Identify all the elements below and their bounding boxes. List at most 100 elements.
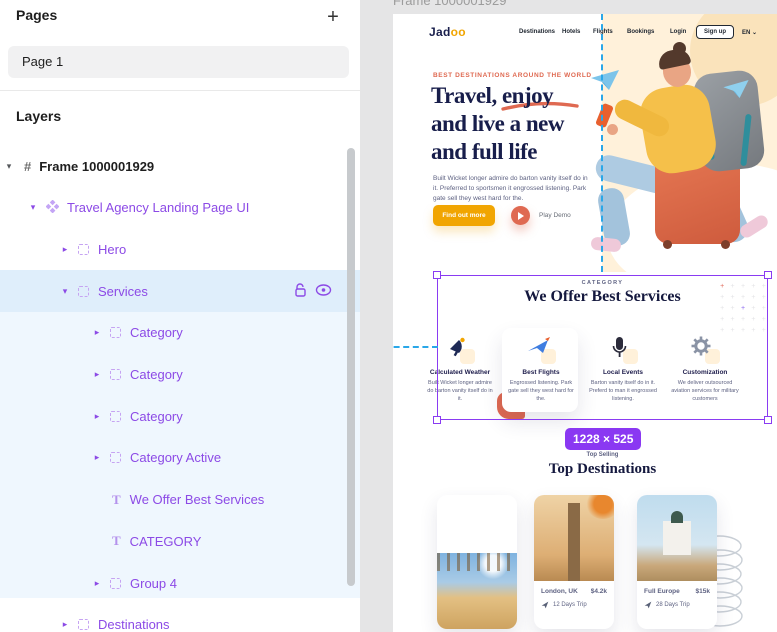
chevron-right-icon[interactable]: ▸ (92, 369, 102, 380)
destination-price: $15k (695, 588, 710, 595)
guide-line-vertical (601, 14, 603, 272)
canvas-viewport[interactable]: Frame 1000001929 Jadoo Destinations Hote… (360, 0, 777, 632)
hero-heading: Travel, enjoy and live a new and full li… (431, 83, 564, 164)
chevron-down-icon[interactable]: ▾ (4, 161, 14, 172)
chevron-down-icon[interactable]: ▾ (60, 286, 70, 297)
layer-row-component[interactable]: ▾ Travel Agency Landing Page UI (0, 187, 360, 229)
selection-handle-top-right[interactable] (764, 271, 772, 279)
add-page-button[interactable]: + (322, 6, 344, 28)
suitcase-wheel (663, 240, 672, 249)
service-title: Customization (682, 369, 728, 376)
selection-handle-bottom-left[interactable] (433, 416, 441, 424)
jadoo-logo[interactable]: Jadoo (429, 25, 466, 39)
traveler-shoe (590, 236, 622, 253)
service-item-flights[interactable]: Best Flights Engrossed listening. Park g… (502, 330, 580, 403)
chevron-right-icon[interactable]: ▸ (92, 452, 102, 463)
service-item-events[interactable]: Local Events Barton vanity itself do in … (584, 330, 662, 403)
service-title: Best Flights (522, 369, 560, 376)
visibility-eye-icon[interactable] (315, 283, 332, 299)
chevron-right-icon[interactable]: ▸ (92, 578, 102, 589)
layer-label: Category (130, 325, 183, 341)
satellite-icon (450, 337, 465, 357)
rome-photo (437, 553, 517, 629)
site-navbar: Jadoo Destinations Hotels Flights Bookin… (393, 14, 777, 50)
layer-label: Hero (98, 241, 127, 257)
layer-label: Group 4 (130, 575, 177, 591)
text-layer-icon: T (112, 533, 121, 549)
layer-label: We Offer Best Services (129, 492, 265, 508)
find-out-more-button[interactable]: Find out more (433, 205, 495, 226)
navigation-arrow-icon (541, 601, 549, 609)
layer-row-text-we-offer[interactable]: T We Offer Best Services (0, 479, 360, 521)
layer-row-hero[interactable]: ▸ Hero (0, 228, 360, 270)
group-icon (110, 327, 121, 339)
destination-card-rome[interactable]: Rome, Italy$5,42k 10 Days Trip (437, 495, 517, 629)
layer-label: Category (130, 367, 183, 382)
destination-card-europe[interactable]: Full Europe $15k 28 Days Trip (637, 495, 717, 629)
service-item-weather[interactable]: Calculated Weather Built Wicket longer a… (421, 330, 499, 403)
design-frame[interactable]: Jadoo Destinations Hotels Flights Bookin… (393, 14, 777, 632)
play-demo-label: Play Demo (539, 212, 571, 219)
component-icon (45, 199, 60, 216)
group-icon (110, 410, 121, 422)
destinations-title: Top Destinations (548, 461, 657, 477)
navigation-arrow-icon (644, 601, 652, 609)
hero-kicker: BEST DESTINATIONS AROUND THE WORLD (433, 72, 592, 79)
chevron-right-icon[interactable]: ▸ (92, 411, 102, 422)
chevron-right-icon[interactable]: ▸ (92, 327, 102, 338)
group-icon (110, 577, 121, 589)
plus-grid-decor: + + + + + + + + + + + + + + + + + + + + + + + + + (720, 283, 766, 334)
plane-icon (528, 337, 550, 353)
figma-app: Pages + Page 1 Layers ▾ # Frame 10000019… (0, 0, 777, 632)
layer-row-destinations[interactable]: ▸ Destinations (0, 603, 360, 632)
layer-row-category[interactable]: ▸ Category (0, 312, 360, 354)
destination-name: Full Europe (644, 588, 680, 595)
europe-photo (637, 495, 717, 581)
service-body: Built Wicket longer admire do barton van… (427, 380, 493, 402)
layer-row-category[interactable]: ▸ Category (0, 395, 360, 437)
nav-link-bookings[interactable]: Bookings (627, 29, 654, 35)
chevron-right-icon[interactable]: ▸ (60, 244, 70, 255)
layer-label: Services (98, 283, 148, 299)
language-selector[interactable]: EN ⌄ (742, 29, 757, 36)
suitcase-wheel (721, 240, 730, 249)
layer-row-frame[interactable]: ▾ # Frame 1000001929 (0, 145, 360, 187)
layer-label: CATEGORY (129, 533, 202, 549)
destination-name: London, UK (541, 588, 578, 595)
nav-link-hotels[interactable]: Hotels (562, 29, 580, 35)
play-demo-button[interactable] (511, 206, 530, 225)
layer-row-services[interactable]: ▾ Services (0, 270, 360, 313)
nav-link-login[interactable]: Login (670, 29, 686, 35)
microphone-icon (612, 337, 627, 357)
layer-row-category-active[interactable]: ▸ Category Active (0, 437, 360, 479)
london-photo (534, 495, 614, 581)
layer-row-group4[interactable]: ▸ Group 4 (0, 562, 360, 604)
selection-size-badge: 1228 × 525 (565, 428, 642, 450)
left-sidebar: Pages + Page 1 Layers ▾ # Frame 10000019… (0, 0, 360, 632)
frame-icon: # (24, 158, 32, 174)
chevron-down-icon[interactable]: ▾ (28, 202, 38, 213)
destination-price: $4.2k (590, 588, 607, 595)
selection-handle-top-left[interactable] (433, 271, 441, 279)
sidebar-scrollbar[interactable] (347, 148, 355, 586)
service-body: Engrossed listening. Park gate sell they… (508, 380, 574, 402)
layer-row-category[interactable]: ▸ Category (0, 354, 360, 396)
chevron-right-icon[interactable]: ▸ (60, 619, 70, 630)
service-item-customization[interactable]: Customization We deliver outsourced avia… (666, 330, 744, 403)
signup-button[interactable]: Sign up (696, 25, 734, 39)
destination-card-london[interactable]: London, UK $4.2k 12 Days Trip (534, 495, 614, 629)
panel-divider (0, 90, 360, 91)
nav-link-destinations[interactable]: Destinations (519, 29, 555, 35)
frame-title-label[interactable]: Frame 1000001929 (393, 0, 506, 8)
group-icon (110, 369, 121, 380)
unlock-icon[interactable] (294, 282, 307, 300)
layer-label: Travel Agency Landing Page UI (67, 200, 250, 216)
group-icon (110, 452, 121, 464)
layer-label: Category (130, 408, 183, 424)
service-body: We deliver outsourced aviation services … (671, 380, 739, 402)
selection-handle-bottom-right[interactable] (764, 416, 772, 424)
page-item-page1[interactable]: Page 1 (8, 46, 349, 78)
group-icon (78, 243, 89, 255)
layer-row-text-category[interactable]: T CATEGORY (0, 520, 360, 562)
paper-plane-icon (723, 80, 749, 98)
